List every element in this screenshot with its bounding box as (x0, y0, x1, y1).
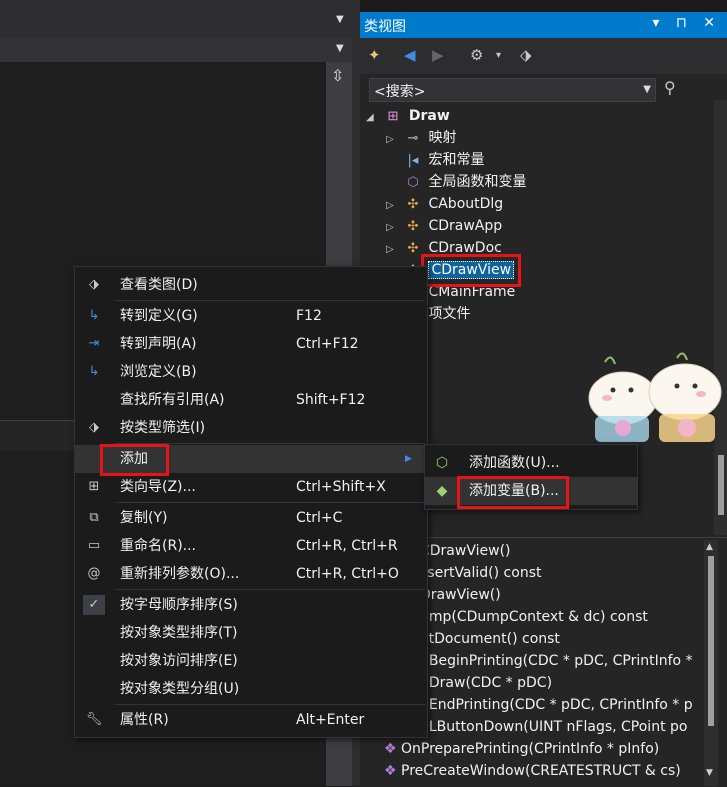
menu-item-class-wizard[interactable]: ⊞ 类向导(Z)... Ctrl+Shift+X (75, 473, 427, 501)
menu-item-go-to-definition[interactable]: ↳ 转到定义(G) F12 (75, 302, 427, 330)
copy-icon: ⧉ (89, 510, 99, 525)
cartoon-sticker (588, 352, 722, 442)
class-icon: ✣ (407, 197, 419, 212)
tree-item[interactable]: ▷ ✣ CDrawApp (386, 215, 502, 237)
chevron-down-icon[interactable]: ▾ (496, 50, 501, 61)
member-item[interactable]: etDocument() const (420, 628, 560, 650)
gear-icon[interactable]: ⚙ (470, 46, 483, 64)
menu-item-rename[interactable]: ▭ 重命名(R)... Ctrl+R, Ctrl+R (75, 532, 427, 560)
method-icon: ❖ (384, 741, 397, 757)
menu-item-find-all-references[interactable]: 查找所有引用(A) Shift+F12 (75, 386, 427, 414)
menu-item-reorder-parameters[interactable]: @ 重新排列参数(O)... Ctrl+R, Ctrl+O (75, 560, 427, 588)
editor-nav-bar: ▼ (0, 38, 352, 63)
context-menu: ⬗ 查看类图(D) ↳ 转到定义(G) F12 ⇥ 转到声明(A) Ctrl+F… (74, 266, 428, 738)
menu-item-filter-by-type[interactable]: ⬗ 按类型筛选(I) (75, 414, 427, 442)
menu-item-sort-by-access[interactable]: 按对象访问排序(E) (75, 647, 427, 675)
filter-icon: ⬗ (89, 420, 99, 435)
member-item[interactable]: ump(CDumpContext & dc) const (420, 606, 648, 628)
tree-item[interactable]: |◂ 宏和常量 (386, 149, 485, 171)
tree-item-label: 项文件 (428, 306, 471, 322)
add-variable-icon: ◆ (436, 483, 448, 499)
wrench-icon: 🔧︎ (85, 712, 103, 727)
scroll-down-icon[interactable]: ▼ (706, 768, 713, 778)
menu-item-sort-alphabetically[interactable]: ✓ 按字母顺序排序(S) (75, 591, 427, 619)
forward-icon[interactable]: ▶ (432, 46, 444, 64)
go-to-declaration-icon: ⇥ (88, 336, 100, 351)
member-item[interactable]: ❖ OnPreparePrinting(CPrintInfo * pInfo) (384, 738, 659, 760)
method-icon: ❖ (384, 763, 397, 779)
members-scrollbar-thumb[interactable] (708, 556, 714, 726)
class-diagram-icon: ⬗ (89, 277, 99, 292)
panel-title: 类视图 (364, 19, 406, 35)
menu-separator (115, 502, 425, 503)
menu-item-copy[interactable]: ⧉ 复制(Y) Ctrl+C (75, 504, 427, 532)
highlight-box (421, 254, 521, 287)
collapse-arrow-icon[interactable]: ▷ (386, 129, 402, 151)
checkmark-icon: ✓ (83, 595, 105, 615)
member-item[interactable]: ssertValid() const (420, 562, 541, 584)
search-input[interactable]: <搜索> ▼ (369, 78, 656, 102)
browse-definition-icon: ↳ (88, 364, 100, 379)
search-icon[interactable]: ⚲ (664, 78, 676, 97)
highlight-box (457, 476, 569, 509)
highlight-box (100, 444, 169, 476)
class-view-titlebar: 类视图 ▾ ⊓ ✕ (360, 12, 727, 38)
reorder-parameters-icon: @ (87, 566, 101, 581)
cube-icon: ⬡ (407, 175, 419, 190)
scroll-up-icon[interactable]: ▲ (706, 542, 713, 552)
member-item[interactable]: CDrawView() (420, 540, 511, 562)
chevron-down-icon[interactable]: ▼ (336, 43, 344, 54)
menu-item-group-by-type[interactable]: 按对象类型分组(U) (75, 675, 427, 703)
menu-item-sort-by-type[interactable]: 按对象类型排序(T) (75, 619, 427, 647)
add-function-icon: ⬡ (435, 455, 449, 471)
tree-item-label: 宏和常量 (428, 152, 485, 168)
collapse-arrow-icon[interactable]: ▷ (386, 239, 402, 261)
member-item[interactable]: ❖ PreCreateWindow(CREATESTRUCT & cs) (384, 760, 681, 782)
tree-item-label: 映射 (428, 130, 457, 146)
menu-item-view-class-diagram[interactable]: ⬗ 查看类图(D) (75, 271, 427, 299)
macro-icon: |◂ (407, 153, 419, 168)
class-icon: ✣ (407, 219, 419, 234)
member-item[interactable]: nLButtonDown(UINT nFlags, CPoint po (420, 716, 687, 738)
split-handle-icon[interactable]: ⇳ (331, 66, 344, 85)
collapse-arrow-icon[interactable]: ▷ (386, 217, 402, 239)
menu-item-properties[interactable]: 🔧︎ 属性(R) Alt+Enter (75, 706, 427, 734)
class-view-toolbar: ✦ ◀ ▶ ⚙ ▾ ⬗ (360, 38, 727, 74)
tree-scrollbar-thumb[interactable] (718, 455, 724, 515)
tree-item-label: CAboutDlg (428, 196, 504, 212)
tree-item-label: CDrawApp (428, 218, 503, 234)
project-icon: ⊞ (387, 109, 399, 124)
chevron-down-icon[interactable]: ▼ (336, 14, 344, 25)
menu-separator (115, 589, 425, 590)
new-folder-icon[interactable]: ✦ (368, 46, 381, 64)
back-icon[interactable]: ◀ (404, 46, 416, 64)
submenu-arrow-icon: ▶ (405, 454, 412, 464)
tree-item[interactable]: ▷ ⊸ 映射 (386, 127, 456, 149)
editor-title-strip: ▼ (0, 0, 352, 38)
go-to-definition-icon: ↳ (88, 308, 100, 323)
panel-window-buttons[interactable]: ▾ ⊓ ✕ (652, 15, 721, 31)
class-diagram-icon[interactable]: ⬗ (520, 46, 532, 64)
search-value: <搜索> (374, 84, 426, 100)
tree-item[interactable]: ⬡ 全局函数和变量 (386, 171, 526, 193)
chevron-down-icon[interactable]: ▼ (643, 84, 651, 95)
tree-item-label: 全局函数和变量 (428, 174, 527, 190)
member-item[interactable]: nBeginPrinting(CDC * pDC, CPrintInfo * (420, 650, 693, 672)
member-item[interactable]: nEndPrinting(CDC * pDC, CPrintInfo * p (420, 694, 693, 716)
menu-item-go-to-declaration[interactable]: ⇥ 转到声明(A) Ctrl+F12 (75, 330, 427, 358)
tree-item[interactable]: ▷ ✣ CAboutDlg (386, 193, 503, 215)
tree-root[interactable]: ◢ ⊞ Draw (366, 105, 450, 127)
class-wizard-icon: ⊞ (88, 479, 100, 494)
key-icon: ⊸ (407, 131, 419, 146)
menu-item-add-function[interactable]: ⬡ 添加函数(U)... (425, 449, 637, 477)
menu-separator (115, 704, 425, 705)
menu-separator (115, 300, 425, 301)
tree-root-label: Draw (408, 108, 450, 124)
menu-item-browse-definition[interactable]: ↳ 浏览定义(B) (75, 358, 427, 386)
rename-icon: ▭ (87, 538, 101, 553)
collapse-arrow-icon[interactable]: ▷ (386, 195, 402, 217)
expand-arrow-icon[interactable]: ◢ (366, 107, 382, 129)
member-item[interactable]: DrawView() (420, 584, 501, 606)
member-item[interactable]: nDraw(CDC * pDC) (420, 672, 552, 694)
